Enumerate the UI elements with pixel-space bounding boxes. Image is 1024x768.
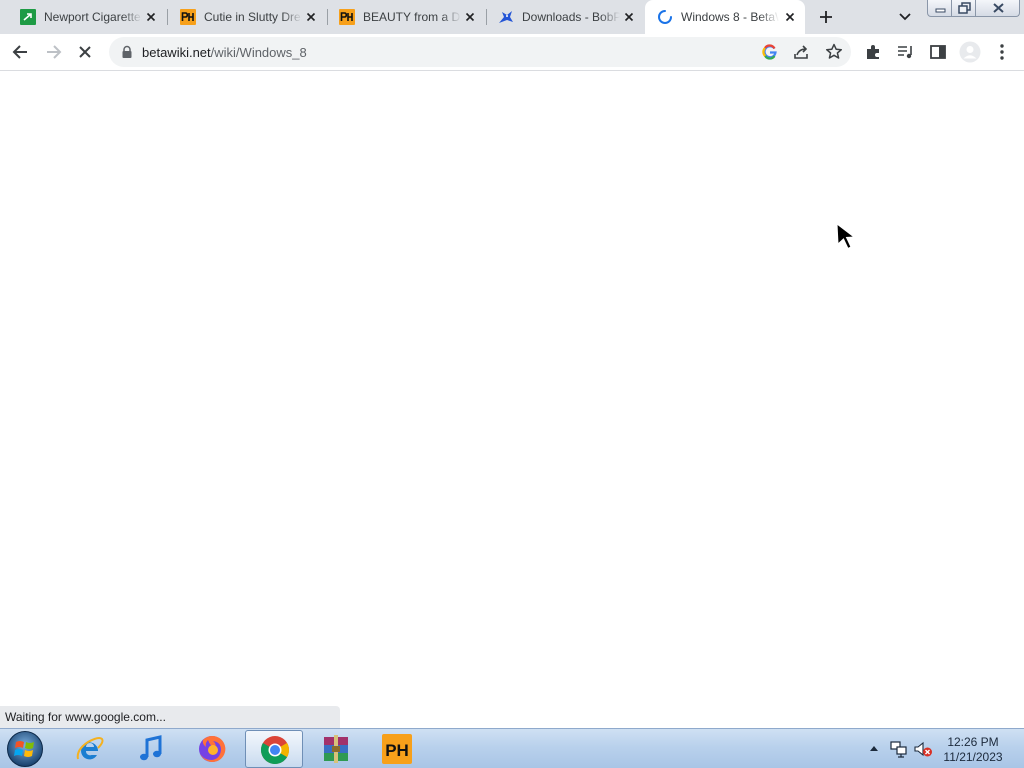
loading-spinner-icon [658, 10, 672, 24]
window-restore-button[interactable] [951, 0, 976, 17]
green-arrow-icon [20, 9, 36, 25]
new-tab-plus-icon[interactable] [817, 8, 835, 26]
firefox-icon [199, 735, 226, 762]
close-icon[interactable] [144, 10, 158, 24]
taskbar-chrome[interactable] [245, 730, 303, 768]
winrar-archive-icon [324, 735, 348, 763]
tab-cutie[interactable]: Cutie in Slutty Dress [168, 0, 326, 34]
url-path: /wiki/Windows_8 [210, 45, 307, 60]
ph-logo-icon [339, 9, 355, 25]
minimize-icon [935, 8, 946, 13]
internet-explorer-icon [76, 737, 104, 760]
start-button-windows-icon[interactable] [5, 730, 45, 768]
chevron-down-icon[interactable] [897, 10, 913, 24]
share-icon[interactable] [792, 42, 812, 62]
stop-loading-icon[interactable] [75, 42, 95, 62]
tab-title: Downloads - BobPony [522, 10, 620, 24]
clock-time: 12:26 PM [947, 735, 999, 749]
itunes-music-note-icon [140, 735, 162, 761]
tab-title: Cutie in Slutty Dress [204, 10, 302, 24]
tab-downloads[interactable]: Downloads - BobPony [486, 0, 644, 34]
taskbar-firefox[interactable] [183, 730, 241, 768]
window-close-button[interactable] [975, 0, 1020, 17]
google-lens-icon[interactable] [760, 42, 780, 62]
back-arrow-icon[interactable] [11, 42, 31, 62]
browser-toolbar: betawiki.net/wiki/Windows_8 [0, 34, 1024, 71]
ph-logo-icon: PH [382, 734, 412, 764]
ph-logo-icon [180, 9, 196, 25]
page-viewport[interactable] [0, 71, 1024, 728]
lock-icon[interactable] [121, 45, 133, 59]
close-icon[interactable] [783, 10, 797, 24]
chrome-icon [261, 736, 289, 764]
side-panel-icon[interactable] [928, 42, 948, 62]
mouse-pointer-icon [836, 222, 856, 250]
more-menu-icon[interactable] [992, 42, 1012, 62]
clock-date: 11/21/2023 [943, 750, 1003, 764]
tab-beauty[interactable]: BEAUTY from a Distance [327, 0, 485, 34]
url-host: betawiki.net [142, 45, 211, 60]
close-x-icon [993, 3, 1004, 13]
windows-taskbar: PH 12:26 PM 11/21/2023 [0, 728, 1024, 768]
taskbar-ph-app[interactable]: PH [368, 730, 426, 768]
status-bubble: Waiting for www.google.com... [0, 706, 340, 728]
extensions-puzzle-icon[interactable] [864, 42, 884, 62]
taskbar-internet-explorer[interactable] [61, 730, 119, 768]
close-icon[interactable] [304, 10, 318, 24]
media-controls-icon[interactable] [896, 42, 916, 62]
taskbar-clock[interactable]: 12:26 PM 11/21/2023 [938, 735, 1008, 765]
tab-title: Windows 8 - BetaWiki [681, 10, 779, 24]
tab-title: BEAUTY from a Distance [363, 10, 461, 24]
close-icon[interactable] [622, 10, 636, 24]
close-icon[interactable] [463, 10, 477, 24]
profile-avatar-icon[interactable] [959, 41, 981, 63]
tab-strip: Newport Cigarettes Cutie in Slutty Dress… [0, 0, 1024, 34]
url-text[interactable]: betawiki.net/wiki/Windows_8 [142, 45, 307, 60]
forward-arrow-icon[interactable] [43, 42, 63, 62]
network-icon[interactable] [889, 739, 909, 759]
tab-windows8[interactable]: Windows 8 - BetaWiki [645, 0, 805, 34]
tab-newport[interactable]: Newport Cigarettes [8, 0, 166, 34]
taskbar-winrar[interactable] [307, 730, 365, 768]
restore-icon [958, 2, 971, 14]
tab-title: Newport Cigarettes [44, 10, 142, 24]
taskbar-itunes[interactable] [122, 730, 180, 768]
volume-muted-icon[interactable] [913, 739, 933, 759]
ph-label: PH [385, 741, 409, 760]
window-minimize-button[interactable] [927, 0, 952, 17]
show-hidden-icons-arrow-icon[interactable] [869, 744, 879, 752]
address-bar[interactable]: betawiki.net/wiki/Windows_8 [109, 37, 851, 67]
blue-bird-icon [499, 11, 513, 23]
bookmark-star-icon[interactable] [824, 42, 844, 62]
